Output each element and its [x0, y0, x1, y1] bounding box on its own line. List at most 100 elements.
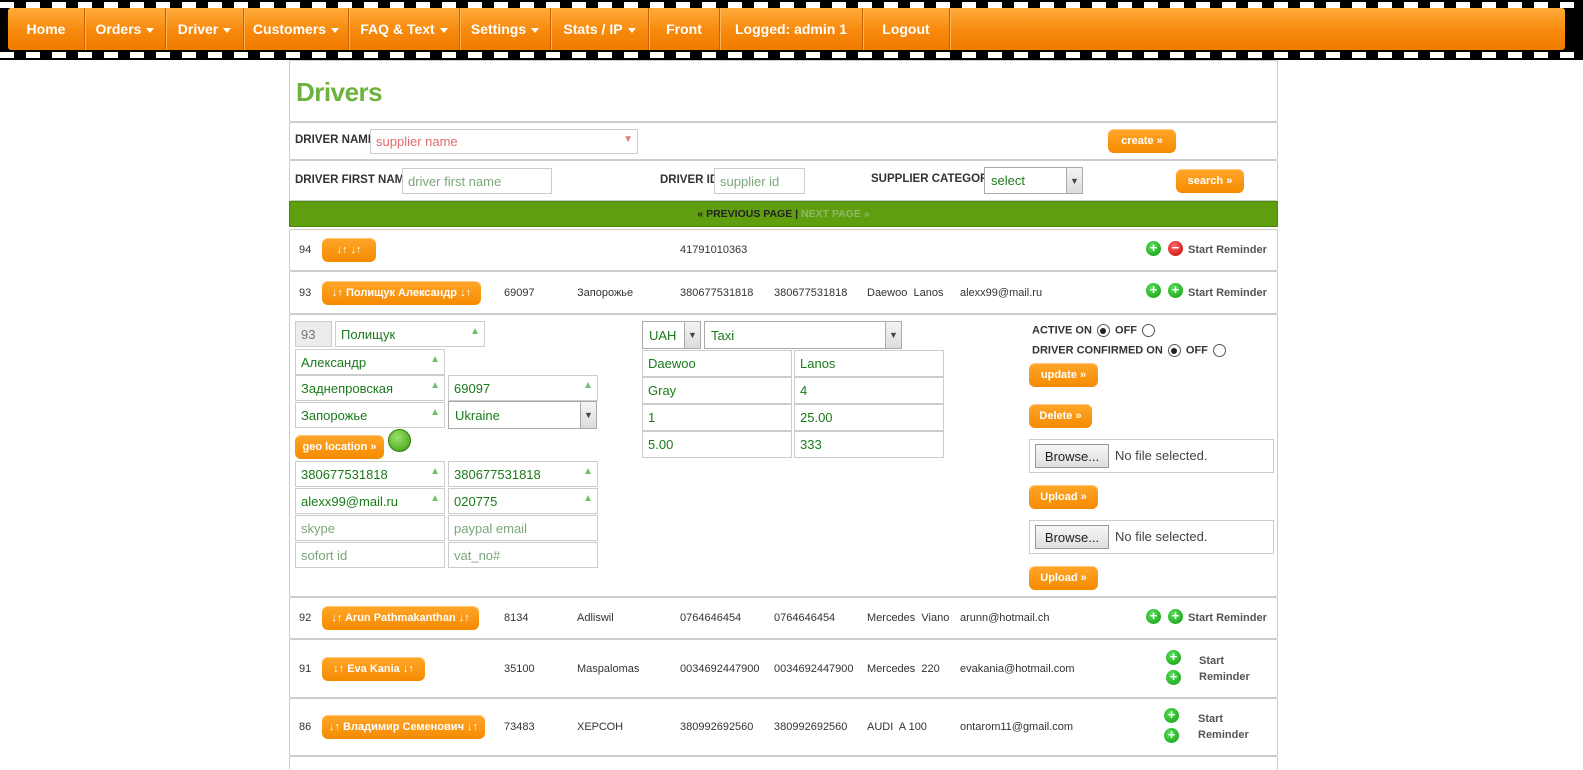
value-field-4[interactable]: 333 [794, 431, 944, 458]
active-on-radio[interactable] [1096, 324, 1110, 337]
driver-name-button[interactable]: ↓↑ ↓↑ [322, 238, 376, 262]
row-car: Mercedes 220 [867, 663, 940, 675]
start-reminder-link[interactable]: Start Reminder [1188, 244, 1267, 256]
geo-location-button[interactable]: geo location » [295, 435, 384, 459]
nav-orders[interactable]: Orders [85, 8, 166, 50]
street-field[interactable]: Заднепровская ▲ [295, 375, 445, 401]
add-icon[interactable]: + [1146, 283, 1161, 298]
vat-field[interactable]: vat_no# [448, 542, 598, 568]
nav-home[interactable]: Home [8, 8, 85, 50]
row-zip: 69097 [504, 287, 535, 299]
row-phone-2: 0764646454 [774, 612, 836, 624]
vehicle-category-select[interactable]: Taxi ▼ [704, 321, 902, 349]
start-reminder-link-line1[interactable]: Start [1198, 713, 1223, 725]
remove-icon[interactable]: − [1168, 241, 1183, 256]
driver-id-placeholder: supplier id [720, 173, 780, 189]
search-button[interactable]: search » [1176, 169, 1244, 193]
car-color-field[interactable]: Gray [642, 377, 792, 404]
email-field[interactable]: alexx99@mail.ru ▲ [295, 488, 445, 514]
confirmed-off-radio[interactable] [1212, 344, 1226, 357]
row-zip: 73483 [504, 721, 535, 733]
paypal-placeholder: paypal email [454, 520, 527, 536]
delete-button[interactable]: Delete » [1029, 404, 1092, 428]
seats-field[interactable]: 4 [794, 377, 944, 404]
start-reminder-link-line2[interactable]: Reminder [1198, 729, 1249, 741]
driver-name-button[interactable]: ↓↑ Владимир Семенович ↓↑ [322, 715, 485, 739]
driver-name-input[interactable]: supplier name ▼ [370, 129, 638, 154]
first-name-value: Александр [301, 354, 367, 370]
create-button[interactable]: create » [1108, 129, 1176, 153]
start-reminder-link[interactable]: Start Reminder [1188, 287, 1267, 299]
add-icon[interactable]: + [1168, 609, 1183, 624]
nav-settings[interactable]: Settings [460, 8, 551, 50]
driver-name-button[interactable]: ↓↑ Полищук Александр ↓↑ [322, 281, 481, 305]
currency-select[interactable]: UAH ▼ [642, 321, 701, 349]
car-make-field[interactable]: Daewoo [642, 350, 792, 377]
sofort-field[interactable]: sofort id [295, 542, 445, 568]
add-icon[interactable]: + [1166, 670, 1181, 685]
file-upload-1: Browse... No file selected. [1029, 439, 1274, 473]
update-button[interactable]: update » [1029, 363, 1098, 387]
file-upload-2: Browse... No file selected. [1029, 520, 1274, 554]
active-off-radio[interactable] [1142, 324, 1156, 337]
nav-driver[interactable]: Driver [166, 8, 244, 50]
first-name-field[interactable]: Александр ▲ [295, 349, 445, 375]
nav-driver-label: Driver [177, 21, 219, 37]
row-email: alexx99@mail.ru [960, 287, 1043, 299]
add-icon[interactable]: + [1146, 609, 1161, 624]
start-reminder-link-line1[interactable]: Start [1199, 655, 1224, 667]
browse-button[interactable]: Browse... [1035, 444, 1109, 468]
chevron-down-icon [146, 27, 155, 33]
thumbs-up-icon: ▲ [430, 354, 440, 365]
chevron-down-icon: ▼ [885, 322, 901, 348]
previous-page-link[interactable]: « PREVIOUS PAGE [697, 208, 792, 220]
driver-name-button[interactable]: ↓↑ Arun Pathmakanthan ↓↑ [322, 606, 479, 630]
row-email: arunn@hotmail.ch [960, 612, 1050, 624]
value-field-1[interactable]: 1 [642, 404, 792, 431]
country-select[interactable]: Ukraine ▼ [448, 401, 597, 429]
row-phone: 0034692447900 [680, 663, 760, 675]
value-field-3[interactable]: 5.00 [642, 431, 792, 458]
car-model-field[interactable]: Lanos [794, 350, 944, 377]
table-row: 92 ↓↑ Arun Pathmakanthan ↓↑ 8134 Adliswi… [289, 597, 1278, 639]
nav-stats-ip[interactable]: Stats / IP [551, 8, 649, 50]
city-field[interactable]: Запорожье ▲ [295, 402, 445, 428]
nav-logged-user[interactable]: Logged: admin 1 [720, 8, 863, 50]
skype-field[interactable]: skype [295, 515, 445, 541]
last-name-field[interactable]: Полищук ▲ [335, 321, 485, 347]
thumbs-up-icon: ▲ [430, 407, 440, 418]
upload-button[interactable]: Upload » [1029, 485, 1098, 509]
start-reminder-link-line2[interactable]: Reminder [1199, 671, 1250, 683]
next-page-link[interactable]: NEXT PAGE » [801, 208, 870, 220]
street-value: Заднепровская [301, 380, 394, 396]
first-name-input[interactable]: driver first name [402, 168, 552, 194]
paypal-field[interactable]: paypal email [448, 515, 598, 541]
page-title: Drivers [296, 77, 383, 107]
thumbs-up-icon: ▲ [430, 493, 440, 504]
code-field[interactable]: 020775 ▲ [448, 488, 598, 514]
browse-button[interactable]: Browse... [1035, 525, 1109, 549]
add-icon[interactable]: + [1164, 708, 1179, 723]
value-field-2[interactable]: 25.00 [794, 404, 944, 431]
phone-2-field[interactable]: 380677531818 ▲ [448, 461, 598, 487]
thumbs-up-icon: ▲ [583, 466, 593, 477]
start-reminder-link[interactable]: Start Reminder [1188, 612, 1267, 624]
add-icon[interactable]: + [1146, 241, 1161, 256]
zip-field[interactable]: 69097 ▲ [448, 375, 598, 401]
nav-front[interactable]: Front [649, 8, 720, 50]
add-icon[interactable]: + [1168, 283, 1183, 298]
upload-button[interactable]: Upload » [1029, 566, 1098, 590]
add-icon[interactable]: + [1164, 728, 1179, 743]
driver-id-input[interactable]: supplier id [714, 168, 805, 194]
category-select[interactable]: select ▼ [984, 167, 1083, 194]
nav-customers[interactable]: Customers [244, 8, 349, 50]
table-row: 93 ↓↑ Полищук Александр ↓↑ 69097 Запорож… [289, 271, 1278, 314]
confirmed-on-radio[interactable] [1167, 344, 1181, 357]
nav-logout[interactable]: Logout [863, 8, 950, 50]
add-icon[interactable]: + [1166, 650, 1181, 665]
driver-name-button[interactable]: ↓↑ Eva Kania ↓↑ [322, 657, 425, 681]
phone-field[interactable]: 380677531818 ▲ [295, 461, 445, 487]
confirmed-toggle: DRIVER CONFIRMED ON OFF [1032, 344, 1228, 357]
nav-faq-text[interactable]: FAQ & Text [349, 8, 460, 50]
nav-customers-label: Customers [252, 21, 327, 37]
